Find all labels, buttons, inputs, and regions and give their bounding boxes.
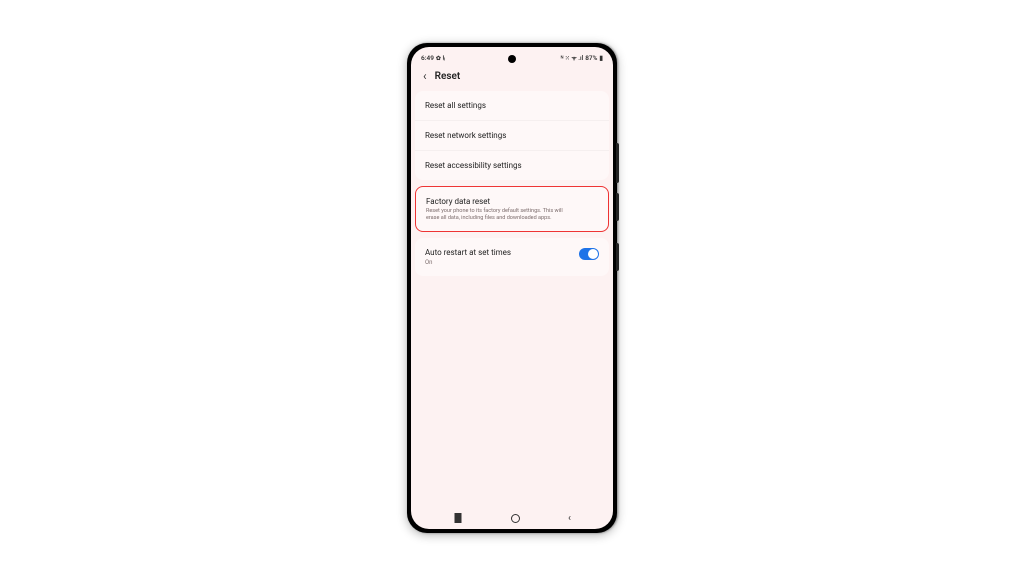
power-button xyxy=(616,243,619,271)
battery-icon: ▮ xyxy=(599,54,603,62)
item-label: Auto restart at set times xyxy=(425,248,511,257)
item-factory-data-reset[interactable]: Factory data reset Reset your phone to i… xyxy=(416,187,608,231)
status-time: 6:49 xyxy=(421,54,434,62)
back-button[interactable]: ‹ xyxy=(423,69,427,83)
screen: 6:49 ✿ ⵑᵢ ᴺ ⁙ ᯤ .ıl 87% ▮ ‹ Reset Reset … xyxy=(411,47,613,529)
status-right-icons: ᴺ ⁙ ᯤ .ıl xyxy=(561,54,583,62)
item-state: On xyxy=(425,259,511,266)
nav-recents-button[interactable] xyxy=(454,516,461,520)
auto-restart-toggle[interactable] xyxy=(579,248,599,260)
title-bar: ‹ Reset xyxy=(411,65,613,91)
settings-groups: Reset all settings Reset network setting… xyxy=(411,91,613,276)
item-auto-restart[interactable]: Auto restart at set times On xyxy=(415,238,609,276)
item-reset-accessibility-settings[interactable]: Reset accessibility settings xyxy=(415,151,609,180)
group-auto-restart: Auto restart at set times On xyxy=(415,238,609,276)
status-battery-text: 87% xyxy=(585,54,597,62)
item-subtext: Reset your phone to its factory default … xyxy=(426,208,571,221)
item-label: Reset network settings xyxy=(425,131,506,140)
group-reset-options: Reset all settings Reset network setting… xyxy=(415,91,609,180)
volume-button xyxy=(616,143,619,183)
group-factory-reset-highlighted: Factory data reset Reset your phone to i… xyxy=(415,186,609,232)
nav-back-button[interactable]: ‹ xyxy=(568,513,571,524)
item-label: Reset all settings xyxy=(425,101,486,110)
item-label: Reset accessibility settings xyxy=(425,161,522,170)
item-reset-all-settings[interactable]: Reset all settings xyxy=(415,91,609,121)
phone-frame: 6:49 ✿ ⵑᵢ ᴺ ⁙ ᯤ .ıl 87% ▮ ‹ Reset Reset … xyxy=(407,43,617,533)
item-label: Factory data reset xyxy=(426,197,571,206)
page-title: Reset xyxy=(435,71,461,82)
status-left-icons: ✿ ⵑᵢ xyxy=(436,55,445,62)
item-reset-network-settings[interactable]: Reset network settings xyxy=(415,121,609,151)
navigation-bar: ‹ xyxy=(411,507,613,529)
empty-space xyxy=(411,276,613,507)
front-camera xyxy=(508,55,516,63)
side-button xyxy=(616,193,619,221)
nav-home-button[interactable] xyxy=(511,514,520,523)
